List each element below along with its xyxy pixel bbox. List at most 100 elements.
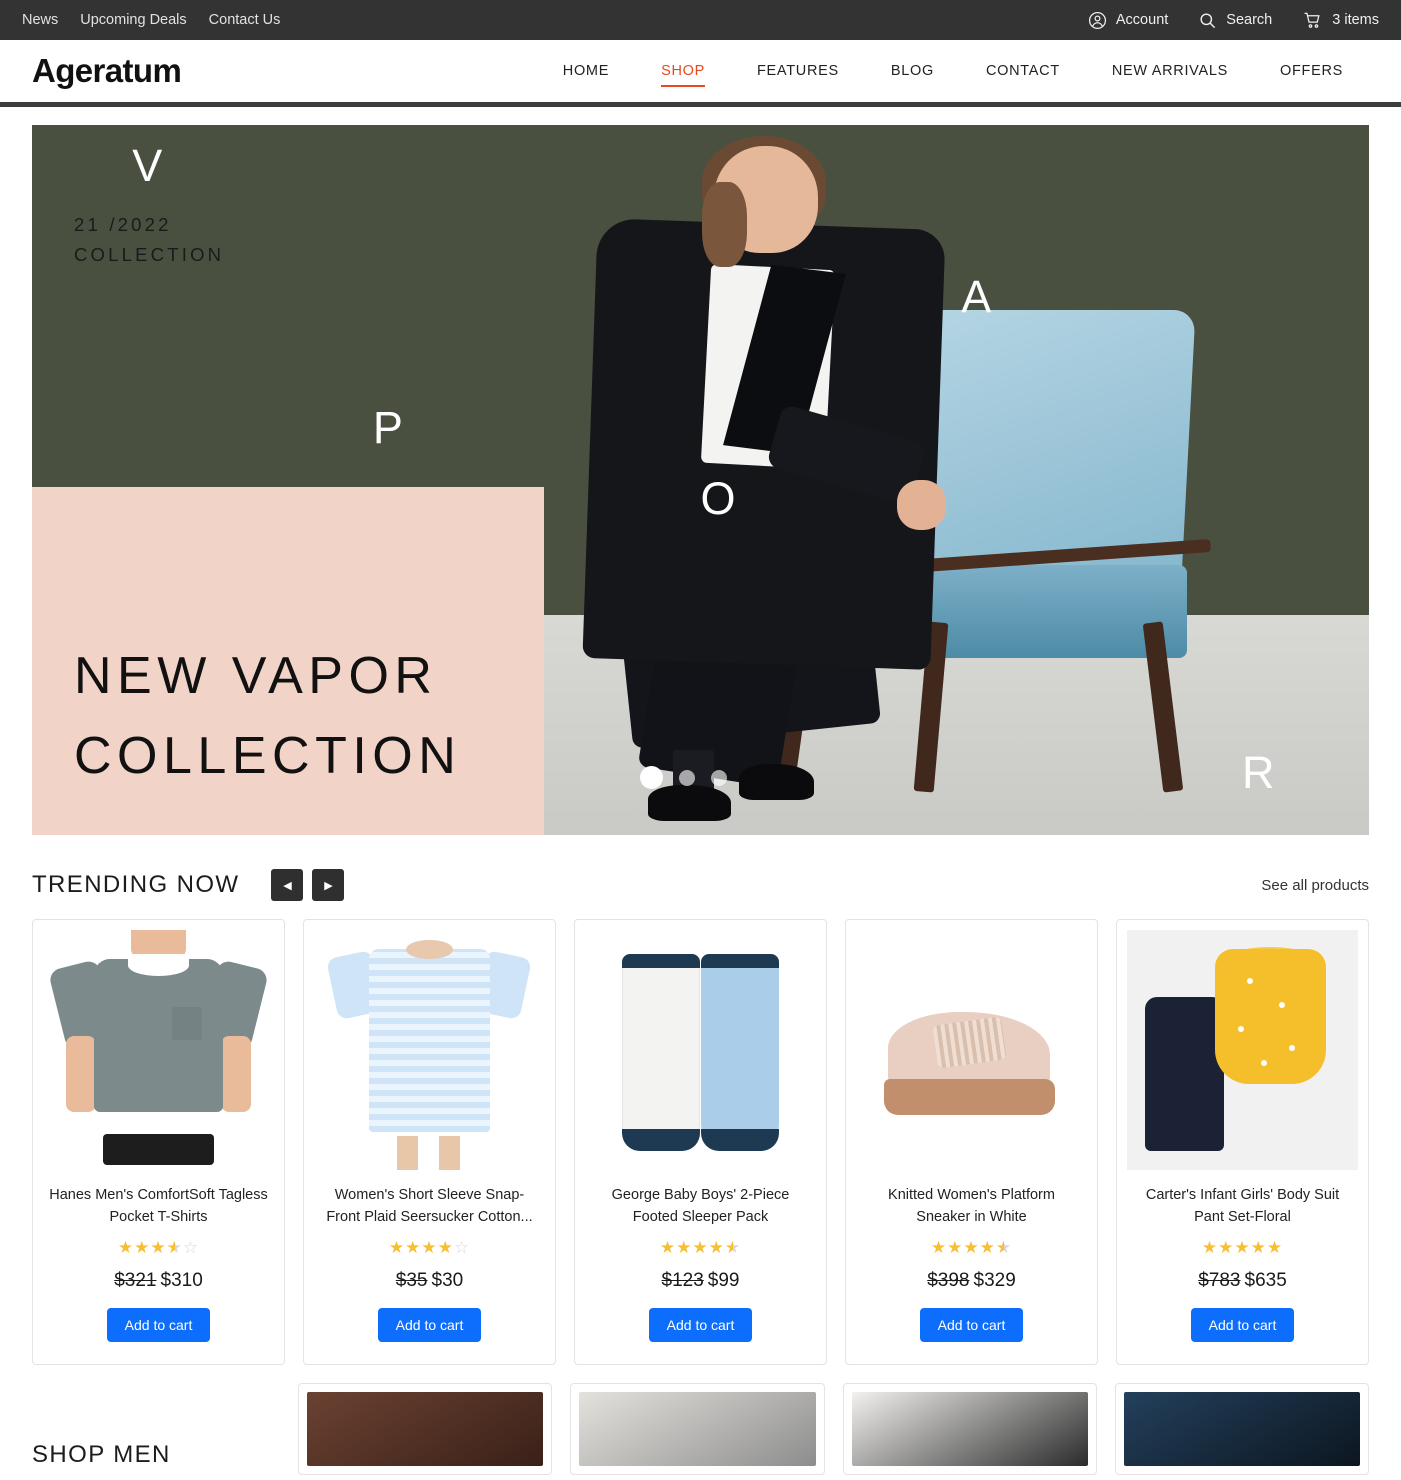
hero-title-line2: COLLECTION (74, 727, 462, 786)
product-card[interactable]: Women's Short Sleeve Snap-Front Plaid Se… (303, 919, 556, 1365)
search-button[interactable]: Search (1198, 11, 1272, 30)
product-card[interactable]: Hanes Men's ComfortSoft Tagless Pocket T… (32, 919, 285, 1365)
hero-kicker: 21 /2022 COLLECTION (74, 210, 224, 270)
product-name: Women's Short Sleeve Snap-Front Plaid Se… (326, 1187, 533, 1226)
account-button[interactable]: Account (1088, 11, 1168, 30)
rating-stars: ★★★★★ (930, 1238, 1013, 1257)
hero-title-line1: NEW VAPOR (74, 646, 438, 705)
hero-letter-v: V (132, 139, 164, 191)
current-price: $30 (431, 1270, 464, 1291)
cart-button[interactable]: 3 items (1302, 11, 1379, 30)
old-price: $35 (395, 1270, 428, 1291)
nav-item-home[interactable]: HOME (537, 63, 635, 79)
category-image (307, 1392, 544, 1466)
hero-kicker-line1: 21 /2022 (74, 214, 172, 235)
add-to-cart-button[interactable]: Add to cart (377, 1308, 482, 1342)
hero-banner[interactable]: V A P O R 21 /2022 COLLECTION NEW VAPOR … (32, 125, 1369, 835)
model-shoe (647, 785, 731, 821)
cart-count-label: 3 items (1332, 12, 1379, 28)
product-image (585, 930, 816, 1170)
trending-title-group: TRENDING NOW ◀ ▶ (32, 869, 345, 901)
model-hand (896, 480, 947, 530)
add-to-cart-button[interactable]: Add to cart (919, 1308, 1024, 1342)
rating-stars: ★★★★★ (1201, 1238, 1284, 1257)
tshirt-illustration (43, 930, 274, 1170)
model-hair (701, 181, 748, 267)
category-card[interactable] (842, 1383, 1097, 1475)
add-to-cart-button[interactable]: Add to cart (648, 1308, 753, 1342)
product-name: Knitted Women's Platform Sneaker in Whit… (888, 1187, 1055, 1226)
brand-logo[interactable]: Ageratum (32, 52, 182, 90)
product-image (314, 930, 545, 1170)
old-price: $123 (661, 1270, 704, 1291)
category-image (1123, 1392, 1360, 1466)
sleeper-illustration (585, 930, 816, 1170)
product-price: $35 $30 (314, 1270, 545, 1292)
product-grid: Hanes Men's ComfortSoft Tagless Pocket T… (0, 919, 1401, 1365)
carousel-dot-3[interactable] (711, 769, 728, 786)
main-navigation: HOME SHOP FEATURES BLOG CONTACT NEW ARRI… (537, 63, 1369, 87)
product-image (856, 930, 1087, 1170)
nav-item-shop[interactable]: SHOP (635, 63, 731, 87)
product-price: $783 $635 (1127, 1270, 1358, 1292)
chevron-right-icon[interactable]: ▶ (312, 869, 345, 901)
chevron-left-icon[interactable]: ◀ (271, 869, 304, 901)
hero-title: NEW VAPOR COLLECTION (74, 636, 461, 797)
product-card[interactable]: George Baby Boys' 2-Piece Footed Sleeper… (574, 919, 827, 1365)
product-card[interactable]: Knitted Women's Platform Sneaker in Whit… (845, 919, 1098, 1365)
category-card[interactable] (1114, 1383, 1369, 1475)
nav-item-new-arrivals[interactable]: NEW ARRIVALS (1086, 63, 1254, 79)
carousel-dot-1[interactable] (640, 766, 664, 789)
hero-letter-a: A (961, 271, 993, 323)
rating-stars: ★★★★★ (659, 1238, 742, 1257)
add-to-cart-button[interactable]: Add to cart (1190, 1308, 1295, 1342)
shop-men-title: SHOP MEN (32, 1441, 171, 1468)
hero-section: V A P O R 21 /2022 COLLECTION NEW VAPOR … (0, 107, 1401, 835)
category-card[interactable] (298, 1383, 553, 1475)
product-name: Hanes Men's ComfortSoft Tagless Pocket T… (49, 1187, 268, 1226)
utility-bar: News Upcoming Deals Contact Us Account S… (0, 0, 1401, 40)
sneaker-illustration (856, 930, 1087, 1170)
account-label: Account (1115, 12, 1169, 28)
search-icon (1198, 11, 1217, 30)
bodysuit-set-illustration (1127, 930, 1358, 1170)
category-card[interactable] (570, 1383, 825, 1475)
rating-stars: ★★★★☆ (388, 1238, 471, 1257)
nav-item-features[interactable]: FEATURES (731, 63, 865, 79)
product-card[interactable]: Carter's Infant Girls' Body Suit Pant Se… (1116, 919, 1369, 1365)
hero-letter-o: O (700, 473, 737, 525)
model-shoe (739, 764, 814, 800)
product-price: $321 $310 (43, 1270, 274, 1292)
search-label: Search (1226, 12, 1273, 28)
utility-link-contact-us[interactable]: Contact Us (209, 12, 281, 28)
utility-actions: Account Search 3 items (1088, 11, 1379, 30)
nav-item-contact[interactable]: CONTACT (960, 63, 1086, 79)
old-price: $398 (927, 1270, 970, 1291)
carousel-dot-2[interactable] (679, 769, 696, 786)
product-name: George Baby Boys' 2-Piece Footed Sleeper… (611, 1187, 790, 1226)
product-image (43, 930, 274, 1170)
utility-link-news[interactable]: News (22, 12, 58, 28)
product-name: Carter's Infant Girls' Body Suit Pant Se… (1145, 1187, 1340, 1226)
current-price: $635 (1244, 1270, 1287, 1291)
shop-men-section: SHOP MEN (0, 1365, 1401, 1475)
product-price: $398 $329 (856, 1270, 1087, 1292)
add-to-cart-button[interactable]: Add to cart (106, 1308, 211, 1342)
hero-photo (540, 125, 1369, 835)
category-image (579, 1392, 816, 1466)
old-price: $321 (114, 1270, 157, 1291)
category-image (851, 1392, 1088, 1466)
old-price: $783 (1198, 1270, 1241, 1291)
see-all-products-link[interactable]: See all products (1261, 877, 1369, 894)
hero-letter-p: P (372, 402, 404, 454)
trending-title: TRENDING NOW (32, 871, 240, 898)
current-price: $99 (707, 1270, 740, 1291)
utility-links: News Upcoming Deals Contact Us (22, 12, 280, 28)
utility-link-upcoming-deals[interactable]: Upcoming Deals (80, 12, 186, 28)
rating-stars: ★★★★☆ (117, 1238, 200, 1257)
shopping-cart-icon (1302, 11, 1323, 30)
account-icon (1088, 11, 1107, 30)
shop-men-cards (298, 1383, 1369, 1475)
nav-item-offers[interactable]: OFFERS (1254, 63, 1369, 79)
nav-item-blog[interactable]: BLOG (865, 63, 960, 79)
